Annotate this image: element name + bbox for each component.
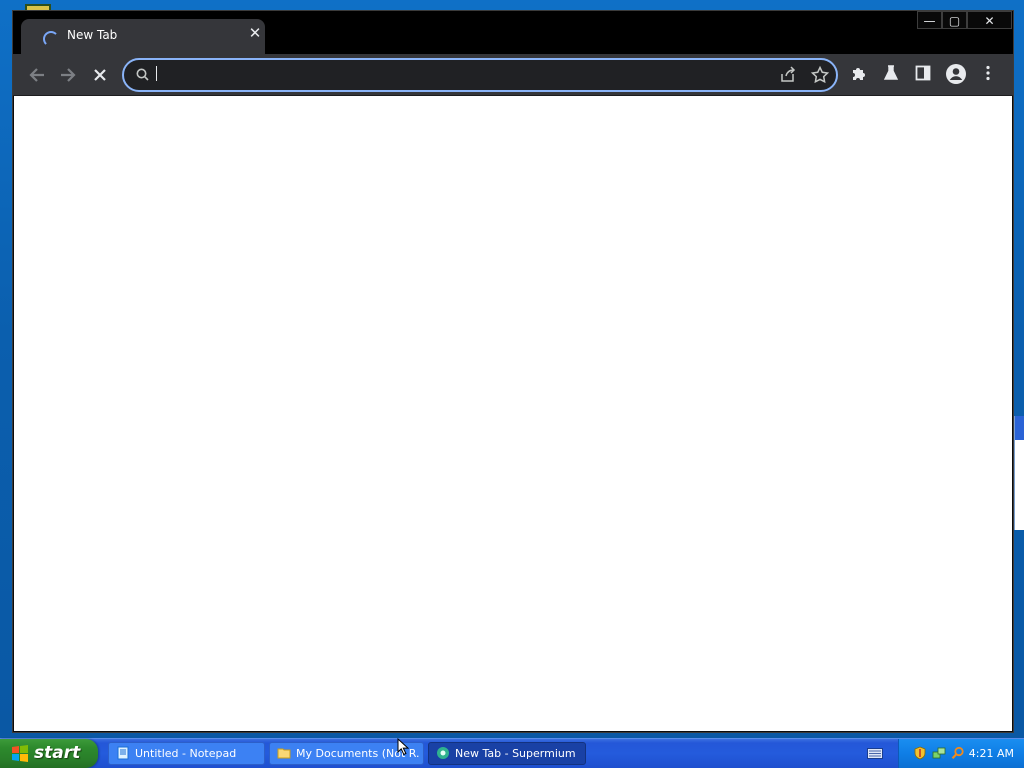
star-icon[interactable] — [810, 65, 830, 85]
tab-strip: New Tab ✕ — ▢ ✕ — [13, 11, 1013, 54]
back-button[interactable] — [25, 63, 49, 87]
taskbar-button-label: Untitled - Notepad — [135, 747, 237, 760]
menu-icon[interactable] — [976, 63, 1000, 87]
window-close-button[interactable]: ✕ — [967, 11, 1012, 29]
stop-loading-icon — [94, 69, 106, 81]
folder-icon — [277, 748, 291, 759]
arrow-back-icon — [29, 68, 44, 82]
start-label: start — [34, 743, 81, 763]
browser-window: New Tab ✕ — ▢ ✕ — [12, 10, 1014, 733]
security-shield-icon[interactable] — [913, 746, 927, 760]
taskbar-button-supermium[interactable]: New Tab - Supermium — [428, 742, 586, 765]
background-window[interactable] — [1014, 416, 1024, 530]
notepad-icon — [117, 746, 129, 760]
profile-icon[interactable] — [944, 63, 968, 87]
close-icon[interactable]: ✕ — [247, 25, 263, 41]
start-button[interactable]: start — [0, 739, 98, 768]
stop-button[interactable] — [88, 63, 112, 87]
search-icon — [136, 68, 149, 81]
tab-title: New Tab — [67, 28, 118, 42]
maximize-button[interactable]: ▢ — [942, 11, 967, 29]
share-icon[interactable] — [778, 65, 798, 85]
arrow-forward-icon — [61, 68, 76, 82]
mouse-pointer-icon — [397, 738, 409, 756]
page-content-area[interactable] — [14, 96, 1012, 731]
taskbar-button-notepad[interactable]: Untitled - Notepad — [108, 742, 265, 765]
browser-icon — [437, 747, 449, 759]
clock: 4:21 AM — [968, 747, 1014, 760]
taskbar-button-label: New Tab - Supermium — [455, 747, 576, 760]
loading-spinner-icon — [43, 31, 59, 47]
side-panel-icon[interactable] — [911, 63, 935, 87]
tab-new-tab[interactable]: New Tab ✕ — [21, 19, 265, 54]
minimize-button[interactable]: — — [917, 11, 942, 29]
windows-logo-icon — [12, 745, 28, 762]
browser-toolbar — [13, 54, 1013, 96]
taskbar: start Untitled - Notepad My Documents (N… — [0, 738, 1024, 768]
address-bar[interactable] — [122, 58, 838, 92]
extensions-icon[interactable] — [847, 63, 871, 87]
keyboard-icon[interactable] — [867, 748, 883, 759]
search-icon[interactable] — [951, 746, 965, 760]
address-input[interactable] — [154, 64, 764, 88]
system-tray: 4:21 AM — [898, 739, 1024, 768]
labs-flask-icon[interactable] — [879, 63, 903, 87]
text-cursor — [156, 66, 157, 81]
network-icon[interactable] — [932, 746, 946, 760]
forward-button[interactable] — [56, 63, 80, 87]
